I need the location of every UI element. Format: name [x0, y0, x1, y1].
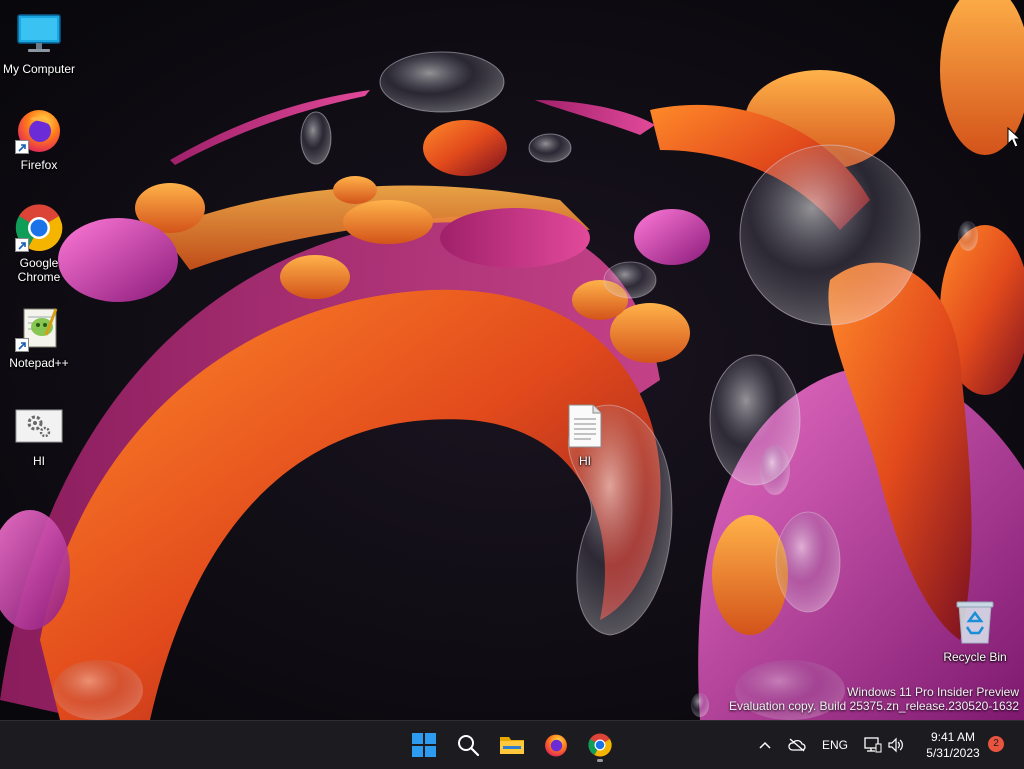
clock-date: 5/31/2023	[926, 746, 980, 760]
cloud-offline-icon	[788, 738, 806, 752]
search-button[interactable]	[450, 727, 486, 763]
watermark-line-1: Windows 11 Pro Insider Preview	[847, 685, 1019, 699]
desktop-icon-label: Google Chrome	[17, 256, 61, 284]
desktop-icon-label: My Computer	[2, 62, 76, 76]
clock-time: 9:41 AM	[930, 730, 976, 744]
desktop-icon-label: Firefox	[20, 158, 58, 172]
file-explorer-icon	[500, 737, 524, 754]
shortcut-arrow-icon	[15, 140, 29, 154]
volume-icon	[888, 737, 903, 753]
wallpaper	[0, 0, 1024, 720]
show-hidden-icons-button[interactable]	[754, 721, 776, 769]
clock-button[interactable]: 9:41 AM 5/31/2023	[916, 729, 990, 761]
shortcut-arrow-icon	[15, 338, 29, 352]
desktop-icon-my-computer[interactable]: My Computer	[1, 8, 77, 76]
chrome-icon	[588, 733, 612, 757]
start-button[interactable]	[406, 727, 442, 763]
network-volume-button[interactable]	[860, 721, 908, 769]
onedrive-button[interactable]	[785, 721, 809, 769]
desktop-icon-recycle-bin[interactable]: Recycle Bin	[937, 596, 1013, 664]
search-icon	[458, 735, 480, 757]
mouse-cursor-icon	[1007, 127, 1021, 148]
firefox-taskbar-button[interactable]	[538, 727, 574, 763]
chevron-up-icon	[759, 741, 771, 749]
evaluation-watermark: Windows 11 Pro Insider Preview Evaluatio…	[729, 685, 1019, 713]
input-language-button[interactable]: ENG	[818, 721, 852, 769]
file-explorer-button[interactable]	[494, 727, 530, 763]
taskbar: ENG 9:41 AM 5/31/2023	[0, 720, 1024, 769]
desktop-icon-hi-settings[interactable]: HI	[1, 400, 77, 468]
desktop-icon-label: HI	[579, 454, 591, 468]
desktop-icon-label: Recycle Bin	[943, 650, 1007, 664]
notepad-plus-plus-icon	[13, 302, 65, 354]
desktop-icon-label: HI	[33, 454, 45, 468]
windows-logo-icon	[412, 733, 436, 757]
firefox-icon	[545, 734, 567, 757]
desktop[interactable]: My Computer Firefox Google Chrome Notepa…	[0, 0, 1024, 720]
chrome-taskbar-button[interactable]	[582, 727, 618, 763]
desktop-icon-hi-text[interactable]: HI	[547, 400, 623, 468]
text-file-icon	[559, 400, 611, 452]
monitor-icon	[13, 8, 65, 60]
network-icon	[864, 737, 882, 753]
firefox-icon	[13, 104, 65, 156]
settings-file-icon	[13, 400, 65, 452]
desktop-icon-firefox[interactable]: Firefox	[1, 104, 77, 172]
running-indicator	[597, 759, 603, 762]
desktop-icon-label: Notepad++	[9, 356, 69, 370]
desktop-icon-notepad-plus-plus[interactable]: Notepad++	[1, 302, 77, 370]
desktop-icon-google-chrome[interactable]: Google Chrome	[1, 202, 77, 284]
recycle-bin-icon	[949, 596, 1001, 648]
shortcut-arrow-icon	[15, 238, 29, 252]
notification-count-badge[interactable]: 2	[988, 736, 1004, 752]
chrome-icon	[13, 202, 65, 254]
watermark-line-2: Evaluation copy. Build 25375.zn_release.…	[729, 699, 1019, 713]
